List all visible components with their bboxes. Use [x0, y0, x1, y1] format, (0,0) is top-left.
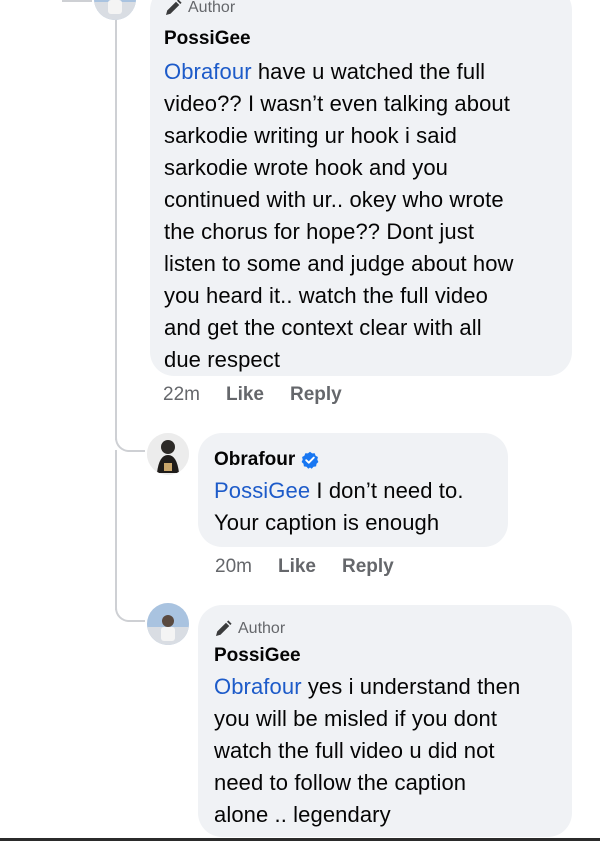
comment-actions: 22m Like Reply: [163, 384, 368, 406]
thread-line-main: [115, 0, 117, 440]
comment-line: PossiGee I don’t need to.: [214, 475, 492, 507]
comment-line: video?? I wasn’t even talking about: [164, 91, 510, 116]
comment-line-text: yes i understand then: [301, 674, 521, 699]
comment-bubble: Author PossiGee Obrafour have u watched …: [150, 0, 572, 376]
avatar-photo-icon: [147, 433, 189, 475]
reply-button[interactable]: Reply: [290, 384, 342, 406]
comment-actions: 20m Like Reply: [215, 556, 420, 578]
comment-text: Obrafour have u watched the full video??…: [164, 56, 558, 376]
comment-bubble: Obrafour PossiGee I don’t need to. Your …: [198, 433, 508, 547]
comment-line: you heard it.. watch the full video: [164, 283, 488, 308]
mention-link[interactable]: Obrafour: [214, 674, 302, 699]
thread-connector-curve: [115, 420, 145, 452]
author-badge-label: Author: [188, 0, 236, 16]
like-button[interactable]: Like: [226, 384, 264, 406]
avatar[interactable]: [94, 0, 136, 20]
comment-line: the chorus for hope?? Dont just: [164, 219, 475, 244]
comment-line-text: I don’t need to.: [310, 478, 464, 503]
comment-line-text: have u watched the full: [251, 59, 486, 84]
comment-line: due respect: [164, 347, 281, 372]
commenter-name-text[interactable]: PossiGee: [164, 26, 251, 52]
comment-line: Obrafour yes i understand then: [214, 671, 556, 703]
like-button[interactable]: Like: [278, 556, 316, 578]
comment-line: watch the full video u did not: [214, 738, 495, 763]
commenter-name[interactable]: PossiGee: [214, 643, 556, 669]
comment-line: sarkodie writing ur hook i said: [164, 123, 457, 148]
commenter-name-text[interactable]: PossiGee: [214, 643, 301, 669]
thread-connector-curve: [115, 592, 145, 622]
comment-line: need to follow the caption: [214, 770, 467, 795]
comment-line: Obrafour have u watched the full: [164, 56, 558, 88]
comment-timestamp[interactable]: 20m: [215, 556, 252, 578]
comment-line: continued with ur.. okey who wrote: [164, 187, 504, 212]
comment-line: sarkodie wrote hook and you: [164, 155, 448, 180]
verified-badge-icon: [301, 451, 319, 469]
mention-link[interactable]: PossiGee: [214, 478, 310, 503]
author-badge-label: Author: [238, 620, 286, 637]
author-badge: Author: [214, 619, 556, 639]
mention-link[interactable]: Obrafour: [164, 59, 252, 84]
commenter-name[interactable]: Obrafour: [214, 447, 492, 473]
thread-line-top-stub: [62, 0, 92, 2]
pen-icon: [216, 620, 232, 636]
reply-button[interactable]: Reply: [342, 556, 394, 578]
author-badge: Author: [164, 0, 558, 18]
comment-line: you will be misled if you dont: [214, 706, 498, 731]
pen-icon: [166, 0, 182, 16]
comment-timestamp[interactable]: 22m: [163, 384, 200, 406]
comment-line: Your caption is enough: [214, 510, 440, 535]
avatar-photo-icon: [147, 603, 189, 645]
comment-text: Obrafour yes i understand then you will …: [214, 671, 556, 831]
avatar[interactable]: [147, 603, 189, 645]
comment-line: and get the context clear with all: [164, 315, 482, 340]
comment-line: alone .. legendary: [214, 802, 391, 827]
commenter-name-text[interactable]: Obrafour: [214, 447, 295, 473]
thread-line-lower: [115, 450, 117, 610]
comment-text: PossiGee I don’t need to. Your caption i…: [214, 475, 492, 539]
commenter-name[interactable]: PossiGee: [164, 26, 558, 52]
comment-line: listen to some and judge about how: [164, 251, 514, 276]
comment-bubble: Author PossiGee Obrafour yes i understan…: [198, 605, 572, 837]
avatar-photo-icon: [94, 0, 136, 20]
avatar[interactable]: [147, 433, 189, 475]
